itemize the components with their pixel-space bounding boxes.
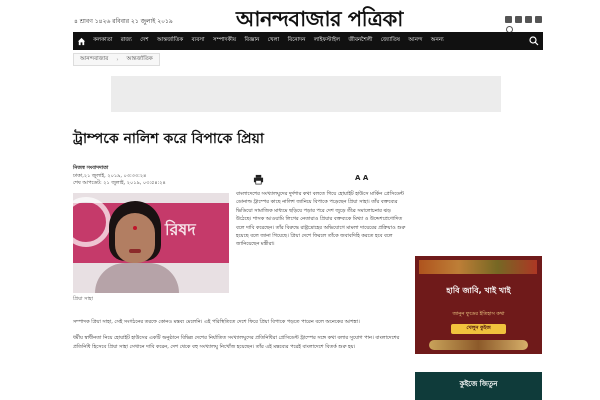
ad-food-strip xyxy=(419,260,537,274)
article-headline: ট্রাম্পকে নালিশ করে বিপাকে প্রিয়া xyxy=(73,131,264,147)
nav-item-astrology[interactable]: জ্যোতিষ xyxy=(377,37,404,45)
nav-item-country[interactable]: দেশ xyxy=(136,37,153,45)
social-links xyxy=(505,16,542,33)
ad-subtitle: জানুন ফুডের ইতিহাস কথা xyxy=(452,311,505,317)
twitter-icon[interactable] xyxy=(525,16,532,23)
nav-search-icon[interactable] xyxy=(529,36,539,46)
article-updated: শেষ আপডেট: ২১ জুলাই, ২০১৯, ০৩:৫৪:২৪ xyxy=(73,180,166,186)
nav-item-ananya[interactable]: অনন্য xyxy=(427,37,448,45)
top-ad-placeholder xyxy=(111,76,501,112)
nav-item-business[interactable]: ব্যবসা xyxy=(187,37,208,45)
ad-food-image xyxy=(429,340,528,350)
article-body: সম্পাদক প্রিয়া সাহা, সেই সংগঠনের তরফে ক… xyxy=(73,318,407,351)
user-icon[interactable] xyxy=(505,16,512,23)
nav-item-lifestyle[interactable]: লাইফস্টাইল xyxy=(310,37,345,45)
article-paragraph: সম্পাদক প্রিয়া সাহা, সেই সংগঠনের তরফে ক… xyxy=(73,319,360,325)
photo-banner-text: রিষদ xyxy=(165,220,196,239)
nav-item-editorial[interactable]: সম্পাদকীয় xyxy=(209,37,241,45)
article-byline: নিজস্ব সংবাদদাতা ঢাকা,২১ জুলাই, ২০১৯, ০৩… xyxy=(73,165,193,188)
ad-title: হাবি জাবি, খাই খাই xyxy=(446,286,511,295)
breadcrumb-separator: › xyxy=(116,56,119,63)
home-icon[interactable] xyxy=(73,32,89,50)
youtube-icon[interactable] xyxy=(515,16,522,23)
facebook-icon[interactable] xyxy=(535,16,542,23)
nav-item-state[interactable]: রাজ্য xyxy=(117,37,137,45)
sidebar-quiz-ad-2[interactable]: কুইজে জিতুন xyxy=(415,372,542,400)
nav-item-kolkata[interactable]: কলকাতা xyxy=(89,37,117,45)
photo-caption: প্রিয়া সাহা xyxy=(73,296,93,302)
photo-saree xyxy=(95,263,179,293)
nav-item-living[interactable]: জীবনশৈলী xyxy=(344,37,376,45)
breadcrumb: আনন্দবাজার › আন্তর্জাতিক xyxy=(73,53,160,66)
breadcrumb-home[interactable]: আনন্দবাজার xyxy=(80,56,108,64)
photo-lips xyxy=(129,249,141,253)
nav-item-sports[interactable]: খেলা xyxy=(263,37,283,45)
breadcrumb-section[interactable]: আন্তর্জাতিক xyxy=(127,56,153,64)
play-quiz-button[interactable]: খেলুন কুইজ xyxy=(451,324,506,334)
article-column-text: বাংলাদেশের সংখ্যালঘুদের দুর্দশার কথা বলত… xyxy=(236,191,406,248)
article-author: নিজস্ব সংবাদদাতা xyxy=(73,165,109,171)
photo-bindi xyxy=(133,226,137,230)
article-paragraph: ধর্মীয় স্বাধীনতা নিয়ে হোয়াইট হাউসের এ… xyxy=(73,335,400,350)
sidebar-quiz-ad[interactable]: হাবি জাবি, খাই খাই জানুন ফুডের ইতিহাস কথ… xyxy=(415,256,542,354)
article-location-date: ঢাকা,২১ জুলাই, ২০১৯, ০৩:৩৩:২৪ xyxy=(73,172,147,179)
print-icon[interactable] xyxy=(253,174,264,185)
top-bar: ৪ শ্রাবণ ১৪২৬ রবিবার ২১ জুলাই ২০১৯ আনন্দ… xyxy=(0,0,600,33)
nav-item-anandabazar[interactable]: আনন্দ xyxy=(404,37,427,45)
nav-item-international[interactable]: আন্তর্জাতিক xyxy=(153,37,188,45)
nav-item-science[interactable]: বিজ্ঞান xyxy=(240,37,263,45)
font-size-control[interactable]: A A xyxy=(355,174,368,182)
header-date: ৪ শ্রাবণ ১৪২৬ রবিবার ২১ জুলাই ২০১৯ xyxy=(74,18,173,25)
main-nav: কলকাতা রাজ্য দেশ আন্তর্জাতিক ব্যবসা সম্প… xyxy=(73,32,543,50)
nav-item-entertainment[interactable]: বিনোদন xyxy=(283,37,309,45)
ad2-title: কুইজে জিতুন xyxy=(459,380,498,388)
article-photo: রিষদ xyxy=(73,193,229,293)
photo-face xyxy=(115,213,155,263)
